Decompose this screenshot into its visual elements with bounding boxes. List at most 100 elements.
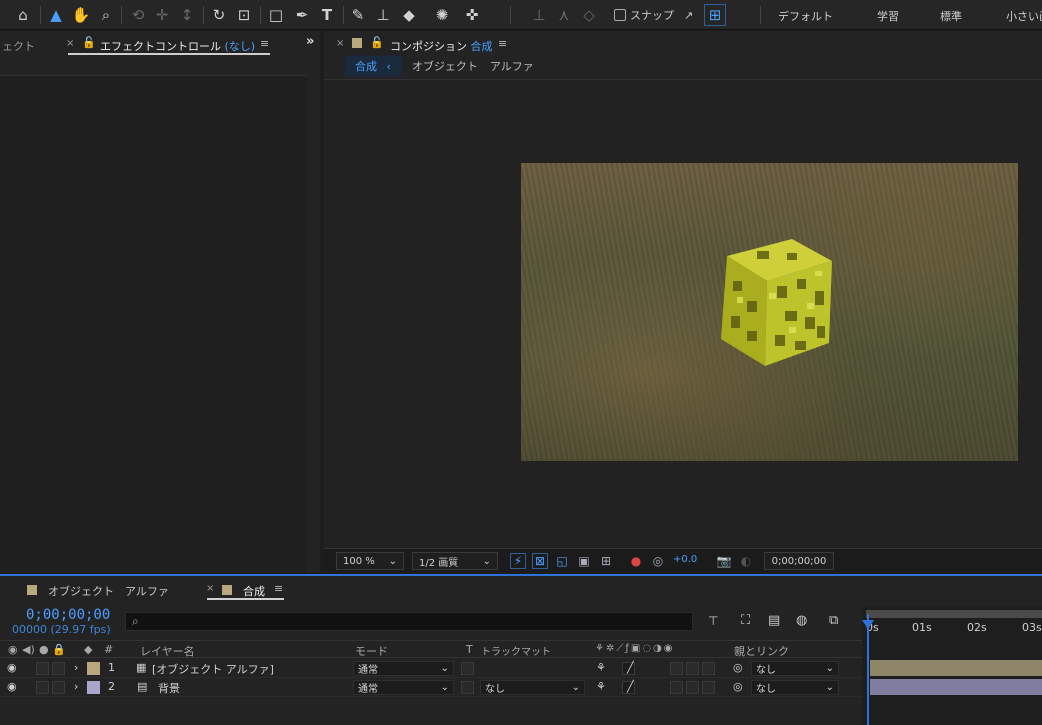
lock-icon[interactable]: 🔓 <box>82 36 96 49</box>
layer-name[interactable]: 背景 <box>158 680 180 696</box>
home-icon[interactable]: ⌂ <box>12 4 34 26</box>
eraser-tool-icon[interactable]: ◆ <box>398 4 420 26</box>
layer-name-column-label[interactable]: レイヤー名 <box>140 643 195 659</box>
close-icon[interactable]: × <box>336 38 344 49</box>
mode-select[interactable]: 通常 ⌄ <box>353 661 454 676</box>
mask-visibility-icon[interactable]: ◱ <box>554 553 570 569</box>
tab-comp[interactable]: 合成 <box>243 583 265 599</box>
roto-brush-tool-icon[interactable]: ✺ <box>431 4 453 26</box>
zoom-tool-icon[interactable]: ⌕ <box>95 4 117 26</box>
puppet-pin-tool-icon[interactable]: ✜ <box>461 4 483 26</box>
pen-tool-icon[interactable]: ✒ <box>291 4 313 26</box>
dolly-camera-icon[interactable]: ↕ <box>176 4 198 26</box>
table-row[interactable]: ◉ › 1 ▦ [オブジェクト アルファ] 通常 ⌄ ⚘ ╱ ◎ なし ⌄ <box>0 659 862 678</box>
lock-toggle[interactable] <box>52 662 65 675</box>
grid-guides-icon[interactable]: ⊞ <box>598 553 614 569</box>
playhead-handle-icon[interactable] <box>862 620 874 629</box>
preserve-transparency-toggle[interactable] <box>461 662 474 675</box>
parent-select[interactable]: なし ⌄ <box>751 680 839 695</box>
fast-previews-icon[interactable]: ⚡ <box>510 553 526 569</box>
selection-tool-icon[interactable]: ▲ <box>45 4 67 26</box>
tab-effects-truncated[interactable]: ェクト <box>2 38 35 54</box>
solo-toggle[interactable] <box>36 681 49 694</box>
type-tool-icon[interactable]: T <box>316 4 338 26</box>
layer-duration-bar[interactable] <box>870 660 1042 676</box>
axis-world-icon[interactable]: ⋏ <box>553 4 575 26</box>
shy-switch-icon[interactable]: ⚘ <box>596 680 606 693</box>
anchor-point-tool-icon[interactable]: ⊡ <box>233 4 255 26</box>
clone-stamp-tool-icon[interactable]: ⊥ <box>372 4 394 26</box>
mode-select[interactable]: 通常 ⌄ <box>353 680 454 695</box>
tab-composition[interactable]: コンポジション 合成 <box>390 38 493 54</box>
graph-editor-icon[interactable]: ⧉ <box>829 613 838 628</box>
layer-duration-bar[interactable] <box>870 679 1042 695</box>
axis-view-icon[interactable]: ◇ <box>578 4 600 26</box>
layer-label-color[interactable] <box>87 681 100 694</box>
zoom-dropdown[interactable]: 100 % ⌄ <box>336 552 404 570</box>
channel-rgb-icon[interactable]: ● <box>628 553 644 569</box>
double-chevron-right-icon[interactable]: » <box>306 34 314 49</box>
breadcrumb-alpha[interactable]: アルファ <box>490 58 534 74</box>
time-ruler-area[interactable]: 0s 01s 02s 03s <box>862 606 1042 725</box>
visibility-eye-icon[interactable]: ◉ <box>7 661 17 674</box>
shy-layers-icon[interactable]: ▤ <box>768 613 780 628</box>
breadcrumb-object[interactable]: オブジェクト <box>412 58 478 74</box>
rotate-tool-icon[interactable]: ↻ <box>208 4 230 26</box>
close-icon[interactable]: × <box>66 38 74 49</box>
chevron-right-icon[interactable]: › <box>74 680 78 693</box>
chevron-right-icon[interactable]: › <box>74 661 78 674</box>
layer-label-color[interactable] <box>87 662 100 675</box>
switch-box[interactable] <box>686 662 699 675</box>
switch-box[interactable] <box>702 662 715 675</box>
timeline-current-time[interactable]: 0;00;00;00 <box>26 607 110 623</box>
workspace-standard[interactable]: 標準 <box>940 8 962 24</box>
show-snapshot-icon[interactable]: ◐ <box>738 553 754 569</box>
current-time-display[interactable]: 0;00;00;00 <box>764 552 834 570</box>
workspace-learn[interactable]: 学習 <box>877 8 899 24</box>
panel-menu-icon[interactable]: ≡ <box>498 37 507 50</box>
shy-switch-icon[interactable]: ⚘ <box>596 661 606 674</box>
snap-options-icon[interactable]: ↗ <box>684 9 693 22</box>
work-area-bar[interactable] <box>866 610 1042 618</box>
resolution-dropdown[interactable]: 1/2 画質 ⌄ <box>412 552 498 570</box>
pick-whip-icon[interactable]: ◎ <box>733 680 743 693</box>
composition-viewer[interactable] <box>324 79 1042 547</box>
snapshot-camera-icon[interactable]: 📷 <box>716 553 732 569</box>
orbit-camera-icon[interactable]: ⟲ <box>127 4 149 26</box>
pan-camera-icon[interactable]: ✛ <box>151 4 173 26</box>
comp-mini-flowchart-icon[interactable]: ⊤ <box>708 614 718 628</box>
switch-box[interactable] <box>670 681 683 694</box>
snap-toggle[interactable]: スナップ ↗ <box>614 7 693 23</box>
breadcrumb-comp[interactable]: 合成 ‹ <box>344 55 402 77</box>
parent-select[interactable]: なし ⌄ <box>751 661 839 676</box>
close-icon[interactable]: × <box>206 583 214 594</box>
switch-box[interactable] <box>702 681 715 694</box>
switch-box[interactable] <box>670 662 683 675</box>
axis-local-icon[interactable]: ⊥ <box>528 4 550 26</box>
frame-blending-icon[interactable]: ◍ <box>796 613 807 628</box>
track-matte-select[interactable]: なし ⌄ <box>480 680 585 695</box>
lock-icon[interactable]: 🔓 <box>370 36 384 49</box>
visibility-eye-icon[interactable]: ◉ <box>7 680 17 693</box>
playhead-line[interactable] <box>867 614 869 725</box>
transparency-grid-icon[interactable]: ⊠ <box>532 553 548 569</box>
switch-box[interactable] <box>686 681 699 694</box>
workspace-default[interactable]: デフォルト <box>778 8 833 24</box>
workspace-small-screen[interactable]: 小さい画 <box>1006 8 1042 24</box>
layer-name[interactable]: [オブジェクト アルファ] <box>152 661 274 677</box>
table-row[interactable]: ◉ › 2 ▤ 背景 通常 ⌄ なし ⌄ ⚘ ╱ ◎ なし ⌄ <box>0 678 862 697</box>
panel-menu-icon[interactable]: ≡ <box>260 37 269 50</box>
snap-feature-icon[interactable]: ⊞ <box>704 4 726 26</box>
tab-effect-controls[interactable]: エフェクトコントロール (なし) <box>100 38 255 54</box>
solo-toggle[interactable] <box>36 662 49 675</box>
region-of-interest-icon[interactable]: ▣ <box>576 553 592 569</box>
brush-tool-icon[interactable]: ✎ <box>347 4 369 26</box>
panel-menu-icon[interactable]: ≡ <box>274 582 283 595</box>
tab-object-alpha[interactable]: オブジェクト アルファ <box>48 583 169 599</box>
pick-whip-icon[interactable]: ◎ <box>733 661 743 674</box>
snap-checkbox[interactable] <box>614 9 626 21</box>
layer-search-input[interactable]: ⌕ <box>125 612 693 631</box>
lock-toggle[interactable] <box>52 681 65 694</box>
preserve-transparency-toggle[interactable] <box>461 681 474 694</box>
exposure-value[interactable]: +0.0 <box>673 554 697 565</box>
